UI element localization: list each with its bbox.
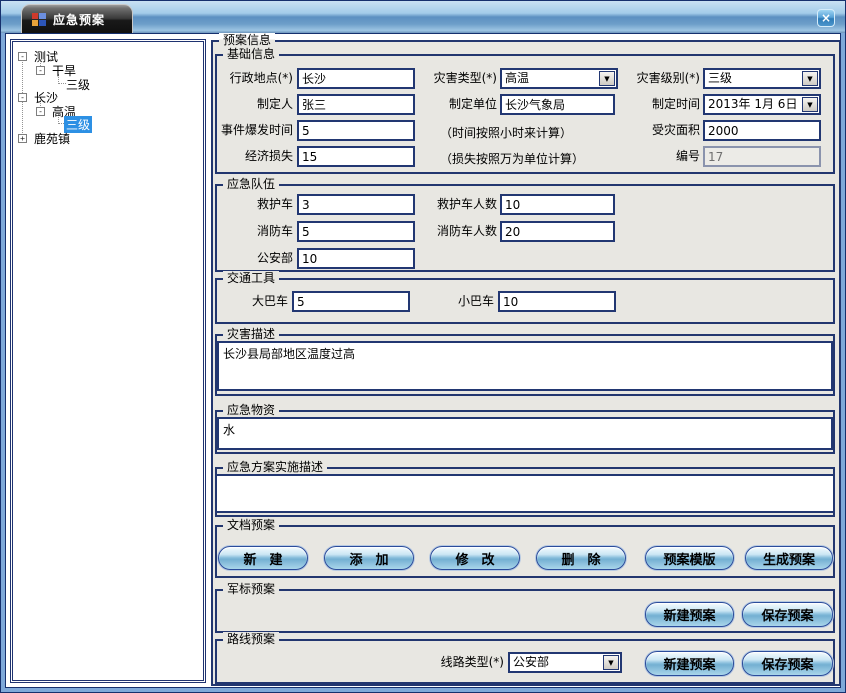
id-input-readonly [703,146,821,167]
fire-truck-label: 消防车 [213,221,293,242]
chevron-down-icon[interactable]: ▼ [802,71,818,86]
titlebar: 应急预案 × [1,1,845,33]
fire-staff-input[interactable] [500,221,615,242]
route-type-label: 线路类型(*) [394,652,504,673]
id-label: 编号 [598,146,700,167]
disaster-level-select[interactable]: 三级 ▼ [703,68,821,89]
add-button[interactable]: 添 加 [324,546,414,570]
author-label: 制定人 [213,94,293,115]
minibus-label: 小巴车 [393,291,494,312]
outbreak-time-label: 事件爆发时间 [213,120,293,141]
tree-node-luyuanzhen[interactable]: + 鹿苑镇 [18,131,72,145]
date-picker[interactable]: 2013年 1月 6日 ▼ [703,94,821,115]
emergency-team-group-title: 应急队伍 [223,177,279,192]
window-tab[interactable]: 应急预案 [21,4,133,33]
affected-area-label: 受灾面积 [598,120,700,141]
impl-desc-textarea[interactable] [215,474,835,513]
tree-node-label[interactable]: 三级 [64,76,92,93]
impl-desc-group-title: 应急方案实施描述 [223,460,327,475]
close-icon[interactable]: × [817,9,835,27]
ambulance-staff-label: 救护车人数 [395,194,497,215]
disaster-desc-textarea[interactable]: 长沙县局部地区温度过高 [217,341,833,391]
route-type-select[interactable]: 公安部 ▼ [508,652,622,673]
disaster-type-value: 高温 [502,70,598,87]
disaster-type-label: 灾害类型(*) [395,68,497,89]
modify-button[interactable]: 修 改 [430,546,520,570]
loss-hint: （损失按照万为单位计算） [440,150,584,167]
route-type-value: 公安部 [510,654,602,671]
outbreak-time-input[interactable] [297,120,415,141]
tree-node-sanji-1[interactable]: 三级 [64,77,92,91]
disaster-desc-group-title: 灾害描述 [223,327,279,342]
ambulance-label: 救护车 [213,194,293,215]
economic-loss-label: 经济损失 [213,146,293,167]
fire-staff-label: 消防车人数 [395,221,497,242]
collapse-icon[interactable]: - [18,93,27,102]
military-plan-group-title: 军标预案 [223,582,279,597]
police-input[interactable] [297,248,415,269]
app-icon [32,13,46,26]
org-label: 制定单位 [395,94,497,115]
route-new-plan-button[interactable]: 新建预案 [645,651,734,676]
supplies-textarea[interactable]: 水 [217,417,833,450]
collapse-icon[interactable]: - [18,52,27,61]
disaster-level-label: 灾害级别(*) [598,68,700,89]
doc-plan-group: 文档预案 [215,525,835,578]
date-value: 2013年 1月 6日 [705,96,801,113]
chevron-down-icon[interactable]: ▼ [802,97,818,112]
expand-icon[interactable]: + [18,134,27,143]
new-button[interactable]: 新 建 [218,546,308,570]
window-title: 应急预案 [53,11,105,28]
disaster-level-value: 三级 [705,70,801,87]
plan-tree[interactable]: - 测试 - 干旱 三级 - 长沙 - 高温 三级 + [12,41,204,681]
minibus-input[interactable] [498,291,616,312]
time-hint: （时间按照小时来计算） [440,124,572,141]
app-window: 应急预案 × - 测试 - 干旱 三级 [0,0,846,693]
doc-plan-group-title: 文档预案 [223,518,279,533]
economic-loss-input[interactable] [297,146,415,167]
generate-plan-button[interactable]: 生成预案 [745,546,833,570]
military-save-plan-button[interactable]: 保存预案 [742,602,833,627]
police-label: 公安部 [213,248,293,269]
basic-info-group-title: 基础信息 [223,47,279,62]
admin-location-label: 行政地点(*) [213,68,293,89]
tree-node-label[interactable]: 鹿苑镇 [32,130,72,147]
transport-group-title: 交通工具 [223,271,279,286]
route-save-plan-button[interactable]: 保存预案 [742,651,833,676]
military-new-plan-button[interactable]: 新建预案 [645,602,734,627]
collapse-icon[interactable]: - [36,66,45,75]
collapse-icon[interactable]: - [36,107,45,116]
ambulance-staff-input[interactable] [500,194,615,215]
date-label: 制定时间 [598,94,700,115]
supplies-group-title: 应急物资 [223,403,279,418]
bus-label: 大巴车 [213,291,288,312]
delete-button[interactable]: 删 除 [536,546,626,570]
plan-template-button[interactable]: 预案模版 [645,546,734,570]
route-plan-group-title: 路线预案 [223,632,279,647]
plan-tree-panel: - 测试 - 干旱 三级 - 长沙 - 高温 三级 + [10,39,206,683]
plan-info-group-title: 预案信息 [219,33,275,48]
affected-area-input[interactable] [703,120,821,141]
plan-info-group: 预案信息 基础信息 行政地点(*) 灾害类型(*) 高温 ▼ 灾害级别(*) 三… [211,40,841,686]
chevron-down-icon[interactable]: ▼ [603,655,619,670]
